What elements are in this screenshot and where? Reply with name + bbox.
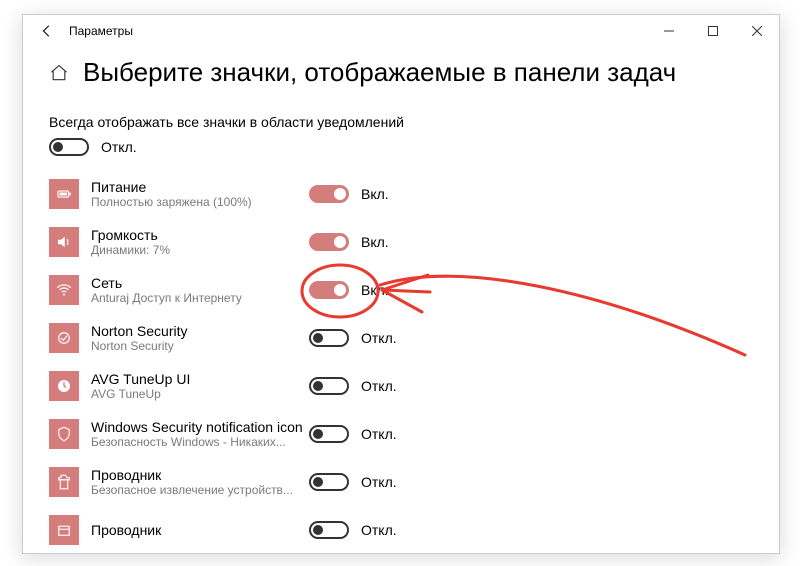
always-show-state: Откл. <box>101 139 137 155</box>
list-item: ГромкостьДинамики: 7% Вкл. <box>49 220 753 264</box>
item-state: Откл. <box>361 474 397 490</box>
app-icon <box>49 515 79 545</box>
list-item: Windows Security notification iconБезопа… <box>49 412 753 456</box>
icon-list: ПитаниеПолностью заряжена (100%)Вкл.Гром… <box>49 172 753 552</box>
item-name: AVG TuneUp UI <box>91 371 309 387</box>
item-toggle[interactable] <box>309 377 349 395</box>
item-toggle[interactable] <box>309 473 349 491</box>
list-item: ПитаниеПолностью заряжена (100%) Вкл. <box>49 172 753 216</box>
item-state: Вкл. <box>361 234 389 250</box>
item-text: Windows Security notification iconБезопа… <box>91 419 309 449</box>
item-sub: Безопасное извлечение устройств... <box>91 483 309 497</box>
page-title: Выберите значки, отображаемые в панели з… <box>83 57 676 88</box>
item-state: Вкл. <box>361 282 389 298</box>
app-icon <box>49 467 79 497</box>
item-state: Откл. <box>361 426 397 442</box>
app-icon <box>49 419 79 449</box>
item-sub: AVG TuneUp <box>91 387 309 401</box>
app-icon <box>49 179 79 209</box>
item-toggle[interactable] <box>309 233 349 251</box>
item-name: Сеть <box>91 275 309 291</box>
item-toggle[interactable] <box>309 281 349 299</box>
always-show-toggle[interactable] <box>49 138 89 156</box>
item-state: Вкл. <box>361 186 389 202</box>
item-sub: Полностью заряжена (100%) <box>91 195 309 209</box>
maximize-button[interactable] <box>691 15 735 47</box>
item-name: Питание <box>91 179 309 195</box>
item-name: Проводник <box>91 467 309 483</box>
item-state: Откл. <box>361 330 397 346</box>
list-item: Norton SecurityNorton Security Откл. <box>49 316 753 360</box>
list-item: AVG TuneUp UIAVG TuneUp Откл. <box>49 364 753 408</box>
item-name: Norton Security <box>91 323 309 339</box>
item-text: ГромкостьДинамики: 7% <box>91 227 309 257</box>
item-state: Откл. <box>361 378 397 394</box>
titlebar: Параметры <box>23 15 779 47</box>
home-icon[interactable] <box>49 63 69 86</box>
item-text: Проводник <box>91 522 309 538</box>
app-icon <box>49 227 79 257</box>
settings-window: Параметры Выберите значки, отображаемые … <box>22 14 780 554</box>
content: Выберите значки, отображаемые в панели з… <box>23 47 779 552</box>
list-item: СетьAnturaj Доступ к Интернету Вкл. <box>49 268 753 312</box>
item-sub: Norton Security <box>91 339 309 353</box>
item-sub: Безопасность Windows - Никаких... <box>91 435 309 449</box>
item-text: ПитаниеПолностью заряжена (100%) <box>91 179 309 209</box>
item-name: Проводник <box>91 522 309 538</box>
window-title: Параметры <box>69 24 133 38</box>
item-toggle[interactable] <box>309 425 349 443</box>
back-button[interactable] <box>31 15 63 47</box>
item-toggle[interactable] <box>309 521 349 539</box>
app-icon <box>49 371 79 401</box>
window-controls <box>647 15 779 47</box>
list-item: ПроводникБезопасное извлечение устройств… <box>49 460 753 504</box>
item-sub: Anturaj Доступ к Интернету <box>91 291 309 305</box>
item-text: Norton SecurityNorton Security <box>91 323 309 353</box>
item-text: ПроводникБезопасное извлечение устройств… <box>91 467 309 497</box>
item-name: Windows Security notification icon <box>91 419 309 435</box>
list-item: Проводник Откл. <box>49 508 753 552</box>
minimize-button[interactable] <box>647 15 691 47</box>
item-sub: Динамики: 7% <box>91 243 309 257</box>
close-button[interactable] <box>735 15 779 47</box>
always-show-label: Всегда отображать все значки в области у… <box>49 114 753 130</box>
item-toggle[interactable] <box>309 329 349 347</box>
app-icon <box>49 323 79 353</box>
app-icon <box>49 275 79 305</box>
item-state: Откл. <box>361 522 397 538</box>
item-name: Громкость <box>91 227 309 243</box>
item-toggle[interactable] <box>309 185 349 203</box>
item-text: AVG TuneUp UIAVG TuneUp <box>91 371 309 401</box>
item-text: СетьAnturaj Доступ к Интернету <box>91 275 309 305</box>
